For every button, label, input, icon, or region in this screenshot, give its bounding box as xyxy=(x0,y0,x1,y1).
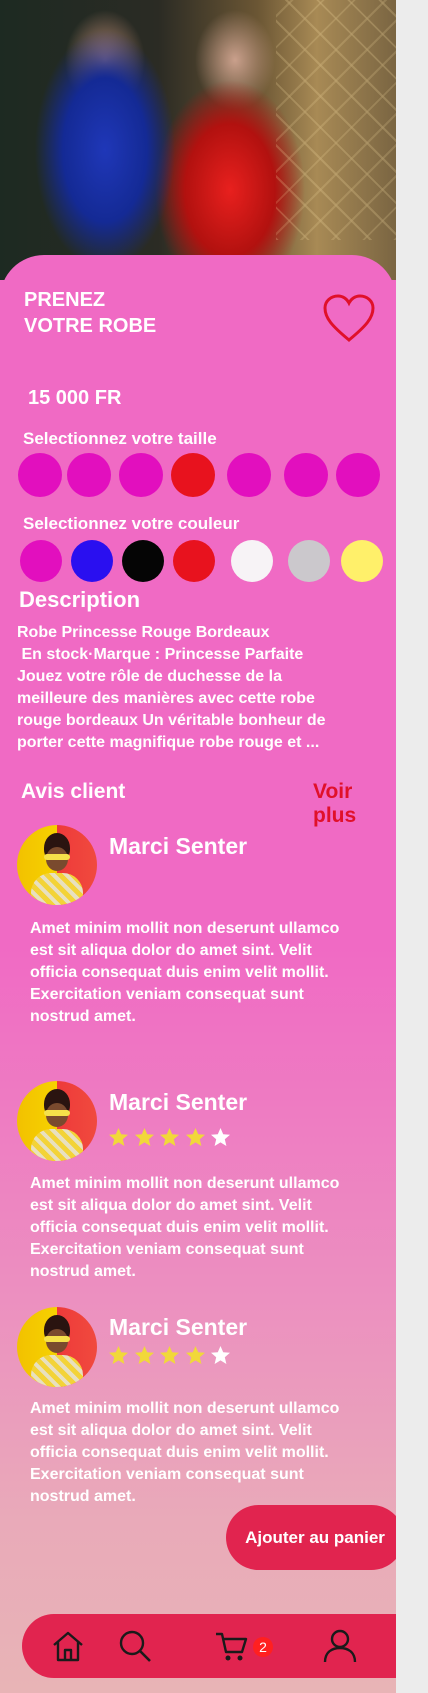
description-heading: Description xyxy=(19,587,141,612)
size-option-selected[interactable] xyxy=(171,453,215,497)
review-line: nostrud amet. xyxy=(30,1263,136,1280)
home-icon[interactable] xyxy=(50,1628,86,1664)
color-option[interactable] xyxy=(173,540,215,582)
review-line: est sit aliqua dolor do amet sint. Velit xyxy=(30,1197,312,1214)
star-filled-icon xyxy=(160,1128,179,1146)
review-line: est sit aliqua dolor do amet sint. Velit xyxy=(30,1422,312,1439)
star-empty-icon xyxy=(211,1128,230,1146)
color-option[interactable] xyxy=(288,540,330,582)
product-price: 15 000 FR xyxy=(28,387,122,409)
page-margin xyxy=(396,0,428,1693)
product-title: PRENEZ VOTRE ROBE xyxy=(24,287,204,339)
star-filled-icon xyxy=(185,1346,205,1364)
color-option[interactable] xyxy=(341,540,383,582)
review-line: nostrud amet. xyxy=(30,1008,136,1025)
review-line: Amet minim mollit non deserunt ullamco xyxy=(30,1400,340,1417)
size-option[interactable] xyxy=(119,453,163,497)
bottom-nav xyxy=(22,1614,396,1678)
star-filled-icon xyxy=(185,1128,205,1146)
review-line: officia consequat duis enim velit mollit… xyxy=(30,1444,329,1461)
cart-icon[interactable] xyxy=(214,1628,250,1664)
color-label: Selectionnez votre couleur xyxy=(23,514,240,533)
description-line: porter cette magnifique robe rouge et ..… xyxy=(17,734,320,751)
app-screen: PRENEZ VOTRE ROBE 15 000 FR Selectionnez… xyxy=(0,0,396,1693)
product-hero-image xyxy=(0,0,396,280)
review-line: Amet minim mollit non deserunt ullamco xyxy=(30,1175,340,1192)
review-line: officia consequat duis enim velit mollit… xyxy=(30,1219,329,1236)
description-line: meilleure des manières avec cette robe xyxy=(17,690,315,707)
size-option[interactable] xyxy=(336,453,380,497)
description-line: Robe Princesse Rouge Bordeaux xyxy=(17,624,270,641)
review-text: Amet minim mollit non deserunt ullamco e… xyxy=(30,1398,390,1508)
reviewer-name: Marci Senter xyxy=(109,1089,248,1115)
description-line: Jouez votre rôle de duchesse de la xyxy=(17,668,282,685)
description-text: Robe Princesse Rouge Bordeaux En stock·M… xyxy=(17,622,367,754)
star-filled-icon xyxy=(109,1128,128,1146)
review-text: Amet minim mollit non deserunt ullamco e… xyxy=(30,918,390,1028)
reviews-heading: Avis client xyxy=(21,780,126,803)
add-to-cart-button[interactable]: Ajouter au panier xyxy=(226,1505,396,1570)
review-line: est sit aliqua dolor do amet sint. Velit xyxy=(30,942,312,959)
title-line: PRENEZ xyxy=(24,289,106,311)
size-option[interactable] xyxy=(284,453,328,497)
star-empty-icon xyxy=(211,1346,230,1364)
color-option[interactable] xyxy=(71,540,113,582)
review-line: officia consequat duis enim velit mollit… xyxy=(30,964,329,981)
description-line: En stock·Marque : Princesse Parfaite xyxy=(17,646,304,663)
size-option[interactable] xyxy=(67,453,111,497)
avatar xyxy=(17,1307,97,1387)
star-filled-icon xyxy=(109,1346,128,1364)
heart-icon[interactable] xyxy=(322,294,376,344)
size-option[interactable] xyxy=(18,453,62,497)
star-filled-icon xyxy=(134,1346,154,1364)
review-line: Exercitation veniam consequat sunt xyxy=(30,986,304,1003)
review-line: Amet minim mollit non deserunt ullamco xyxy=(30,920,340,937)
reviewer-name: Marci Senter xyxy=(109,833,248,859)
review-line: Exercitation veniam consequat sunt xyxy=(30,1241,304,1258)
review-line: Exercitation veniam consequat sunt xyxy=(30,1466,304,1483)
size-option[interactable] xyxy=(227,453,271,497)
reviewer-name: Marci Senter xyxy=(109,1314,248,1340)
cart-badge: 2 xyxy=(253,1637,273,1657)
description-line: rouge bordeaux Un véritable bonheur de xyxy=(17,712,326,729)
review-text: Amet minim mollit non deserunt ullamco e… xyxy=(30,1173,390,1283)
title-line: VOTRE ROBE xyxy=(24,315,157,337)
search-icon[interactable] xyxy=(117,1628,153,1664)
color-option[interactable] xyxy=(20,540,62,582)
star-filled-icon xyxy=(134,1128,154,1146)
star-filled-icon xyxy=(160,1346,179,1364)
avatar xyxy=(17,1081,97,1161)
size-label: Selectionnez votre taille xyxy=(23,429,217,448)
color-option[interactable] xyxy=(122,540,164,582)
avatar xyxy=(17,825,97,905)
user-icon[interactable] xyxy=(322,1628,358,1664)
color-option[interactable] xyxy=(231,540,273,582)
see-more-link[interactable]: Voir plus xyxy=(313,780,396,828)
